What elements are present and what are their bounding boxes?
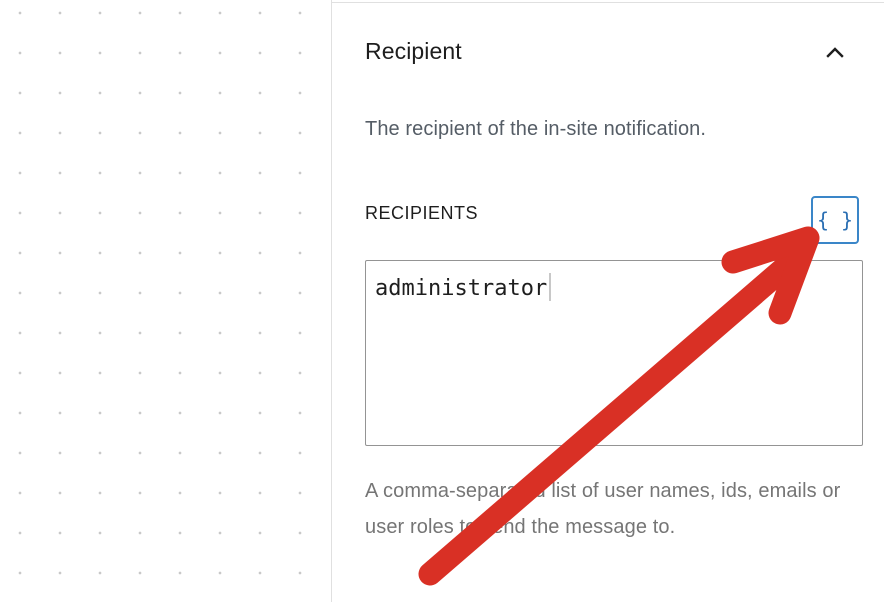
text-caret <box>549 273 552 301</box>
panel-top-border <box>332 2 884 3</box>
recipients-label: RECIPIENTS <box>365 203 479 223</box>
insert-tags-button[interactable]: { } <box>811 196 859 244</box>
editor-canvas-dotted <box>0 0 331 602</box>
recipients-textarea[interactable]: administrator <box>365 260 863 446</box>
collapse-toggle-button[interactable] <box>819 36 851 68</box>
recipients-help-text: A comma-separated list of user names, id… <box>365 480 841 538</box>
chevron-up-icon <box>826 47 844 58</box>
recipients-value: administrator <box>375 276 548 301</box>
section-description: The recipient of the in-site notificatio… <box>365 118 707 140</box>
settings-panel: Recipient The recipient of the in-site n… <box>332 0 884 602</box>
section-title[interactable]: Recipient <box>365 38 462 65</box>
